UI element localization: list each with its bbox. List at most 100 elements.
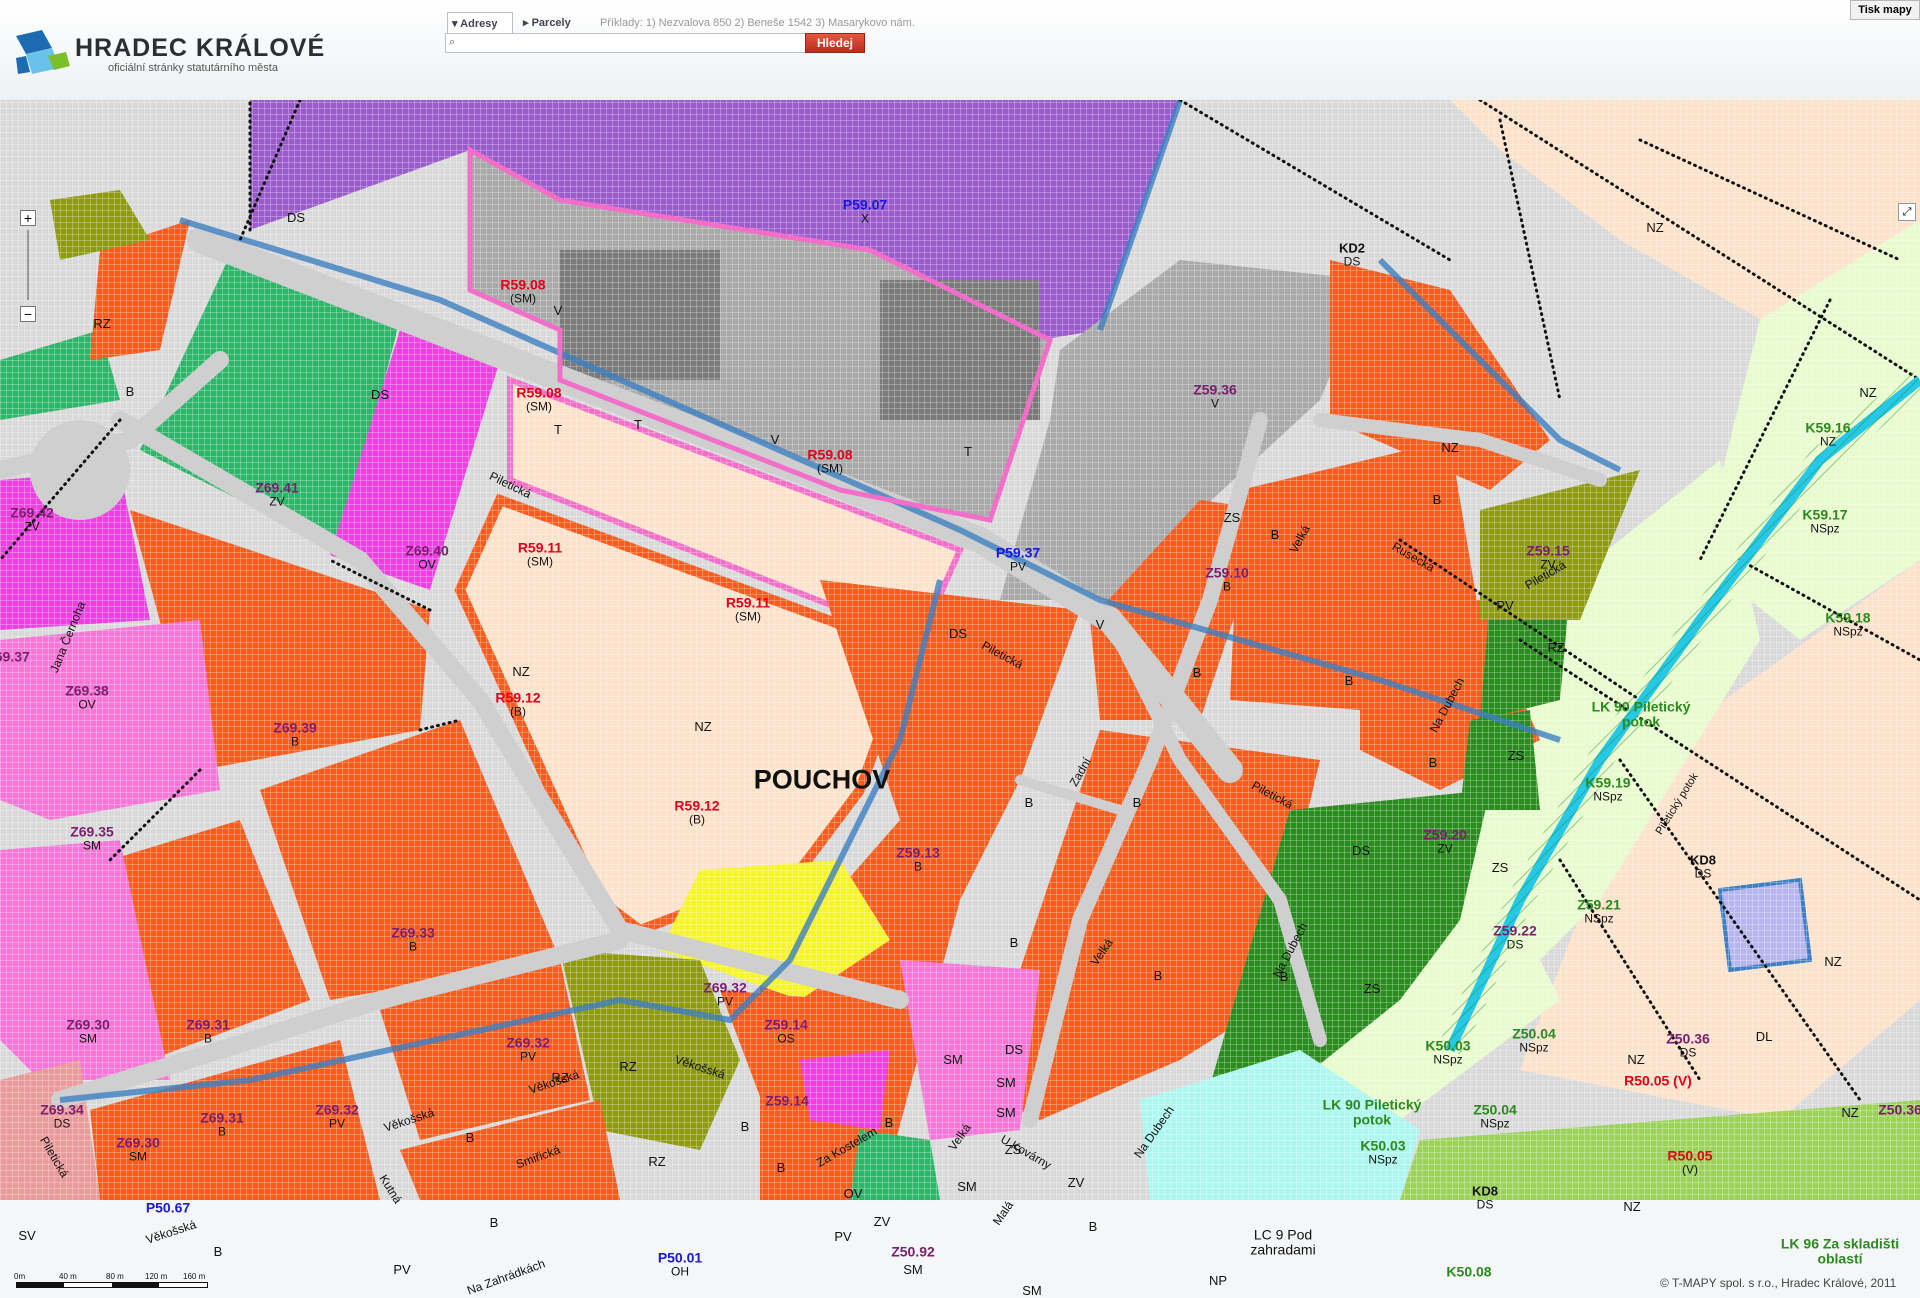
label-z6932c[interactable]: Z69.32 PV: [315, 1102, 359, 1132]
label-ds-top: DS: [286, 209, 306, 225]
label-z6932a[interactable]: Z69.32 PV: [703, 980, 747, 1010]
label-r5005b[interactable]: R50.05 (V): [1667, 1148, 1712, 1178]
search-input[interactable]: [468, 35, 802, 52]
label-z5914[interactable]: Z59.14 OS: [764, 1017, 808, 1047]
label-sm-d: SM: [957, 1178, 977, 1194]
label-k5003b[interactable]: K50.03 NSpz: [1360, 1138, 1405, 1168]
label-z6931a[interactable]: Z69.31 B: [186, 1017, 230, 1047]
label-b-l: B: [740, 1118, 750, 1134]
map-canvas[interactable]: [0, 100, 1920, 1200]
tab-adresy[interactable]: ▾ Adresy: [447, 12, 513, 34]
label-v-c: V: [1095, 616, 1105, 632]
zoom-slider[interactable]: [27, 230, 29, 300]
label-z5036b[interactable]: Z50.36: [1878, 1101, 1920, 1117]
label-p5937[interactable]: P59.37 PV: [996, 545, 1040, 575]
search-button[interactable]: Hledej: [805, 33, 865, 53]
label-z6938[interactable]: Z69.38 OV: [65, 683, 109, 713]
label-zv-a: ZV: [1067, 1174, 1085, 1190]
label-z6931b[interactable]: Z69.31 B: [200, 1110, 244, 1140]
label-nz-mid: NZ: [694, 718, 712, 734]
zoom-in-button[interactable]: +: [20, 210, 36, 226]
label-k5917[interactable]: K59.17 NSpz: [1802, 507, 1847, 537]
label-r5908c[interactable]: R59.08 (SM): [807, 447, 852, 477]
label-z6935[interactable]: Z69.35 SM: [70, 824, 114, 854]
label-z5092[interactable]: Z50.92: [891, 1243, 935, 1259]
label-z6930a[interactable]: Z69.30 SM: [66, 1017, 110, 1047]
label-p5067[interactable]: P50.67: [146, 1199, 190, 1215]
label-p5001[interactable]: P50.01 OH: [658, 1250, 702, 1280]
label-lk90a[interactable]: LK 90 Piletický potok: [1592, 699, 1691, 731]
label-nz-c: NZ: [1859, 384, 1877, 400]
label-r5911b[interactable]: R59.11 (SM): [726, 595, 770, 625]
label-ds-r: DS: [1351, 842, 1371, 858]
search-examples: Příklady: 1) Nezvalova 850 2) Beneše 154…: [600, 17, 915, 29]
label-k5918[interactable]: K59.18 NSpz: [1825, 610, 1870, 640]
label-z5913[interactable]: Z59.13 B: [896, 845, 940, 875]
label-b-i: B: [1153, 967, 1163, 983]
zoom-control[interactable]: + −: [18, 210, 40, 330]
label-z6941[interactable]: Z69.41 ZV: [255, 480, 299, 510]
label-sm-e: SM: [903, 1261, 923, 1277]
label-r5908b[interactable]: R59.08 (SM): [516, 385, 561, 415]
label-z5036[interactable]: Z50.36 DS: [1666, 1031, 1710, 1061]
label-sm-c: SM: [996, 1104, 1016, 1120]
label-p5907[interactable]: P59.07 X: [843, 197, 887, 227]
label-b-d: B: [1344, 672, 1354, 688]
zoom-out-button[interactable]: −: [20, 306, 36, 322]
label-k5919[interactable]: K59.19 NSpz: [1585, 775, 1630, 805]
label-kd8b[interactable]: KD8 DS: [1472, 1184, 1498, 1212]
label-z6933[interactable]: Z69.33 B: [391, 925, 435, 955]
label-nz-r2: NZ: [1824, 953, 1842, 969]
label-z6937[interactable]: Z69.37: [0, 648, 30, 664]
label-z6942[interactable]: Z69.42 ZV: [10, 505, 54, 535]
label-ov-a: OV: [843, 1185, 863, 1201]
label-kd2[interactable]: KD2 DS: [1339, 241, 1365, 269]
city-name[interactable]: HRADEC KRÁLOVÉ: [75, 34, 325, 63]
label-z5910[interactable]: Z59.10 B: [1205, 565, 1249, 595]
tab-parcely[interactable]: ▸ Parcely: [523, 12, 571, 34]
label-k5003a[interactable]: K50.03 NSpz: [1425, 1038, 1470, 1068]
label-z6930b[interactable]: Z69.30 SM: [116, 1135, 160, 1165]
label-b-a: B: [1270, 526, 1280, 542]
expand-map-button[interactable]: ⤢: [1898, 203, 1916, 221]
tab-parcely-label: Parcely: [531, 17, 571, 29]
label-b-n: B: [213, 1243, 223, 1259]
label-z5004b[interactable]: Z50.04 NSpz: [1473, 1102, 1517, 1132]
label-zs-b: ZS: [1507, 747, 1525, 763]
print-map-button[interactable]: Tisk mapy: [1850, 0, 1920, 20]
label-k5916[interactable]: K59.16 NZ: [1805, 420, 1850, 450]
label-ds-mid: DS: [948, 625, 968, 641]
label-lk90b[interactable]: LK 90 Piletický potok: [1323, 1097, 1422, 1129]
scale-line: [16, 1282, 208, 1288]
label-sm-f: SM: [1022, 1282, 1042, 1298]
label-z5921[interactable]: Z59.21 NSpz: [1577, 897, 1621, 927]
label-z6939[interactable]: Z69.39 B: [273, 720, 317, 750]
label-lk96[interactable]: LK 96 Za skladišti oblastí: [1781, 1236, 1899, 1268]
label-lc9[interactable]: LC 9 Pod zahradami: [1250, 1227, 1315, 1259]
label-z6934[interactable]: Z69.34 DS: [40, 1102, 84, 1132]
label-z6940[interactable]: Z69.40 OV: [405, 543, 449, 573]
scale-label-160: 160 m: [183, 1272, 206, 1281]
label-r5911a[interactable]: R59.11 (SM): [518, 540, 562, 570]
label-kd8[interactable]: KD8 DS: [1690, 853, 1716, 881]
label-z5004a[interactable]: Z50.04 NSpz: [1512, 1026, 1556, 1056]
label-r5912a[interactable]: R59.12 (B): [495, 690, 540, 720]
label-t-a: T: [554, 421, 562, 437]
label-r5908a[interactable]: R59.08 (SM): [500, 277, 545, 307]
label-nz-b: NZ: [1441, 439, 1459, 455]
label-z6932b[interactable]: Z69.32 PV: [506, 1035, 550, 1065]
city-logo-icon[interactable]: [12, 28, 70, 78]
label-z5936[interactable]: Z59.36 V: [1193, 382, 1237, 412]
label-z5922[interactable]: Z59.22 DS: [1493, 923, 1537, 953]
search-field[interactable]: ⌕: [445, 33, 807, 53]
label-b-k: B: [465, 1129, 475, 1145]
label-k5008[interactable]: K50.08: [1446, 1263, 1491, 1279]
label-r5005a[interactable]: R50.05 (V): [1624, 1072, 1692, 1088]
label-b-c: B: [1192, 664, 1202, 680]
place-name-pouchov[interactable]: POUCHOV: [754, 765, 891, 796]
zoning-map[interactable]: P59.07 X DS KD2 DS NZ R59.08 (SM) V R59.08(…: [0, 100, 1920, 1298]
label-z5914b[interactable]: Z59.14: [765, 1092, 809, 1108]
label-z5920[interactable]: Z59.20 ZV: [1423, 827, 1467, 857]
label-r5912b[interactable]: R59.12 (B): [674, 798, 719, 828]
label-b-tl: B: [125, 383, 135, 399]
